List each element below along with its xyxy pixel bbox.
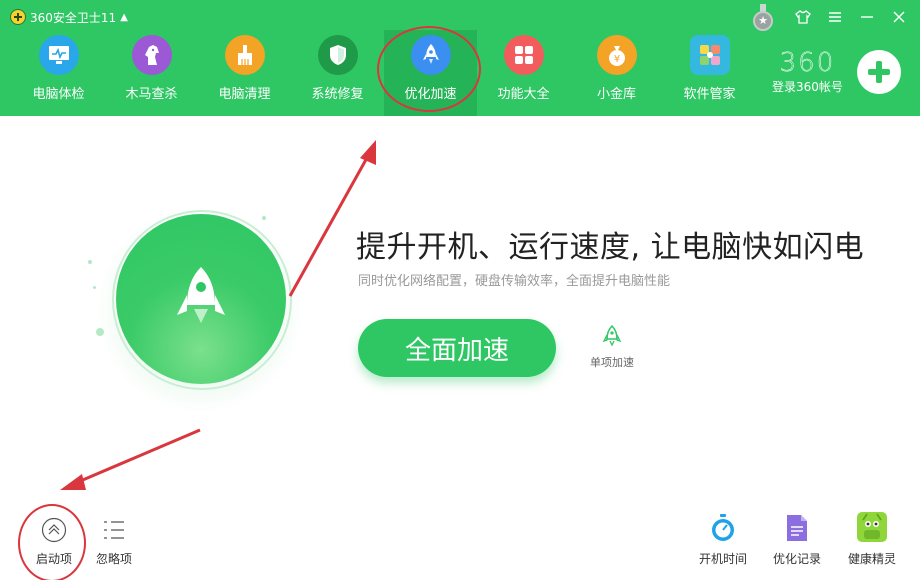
document-icon — [783, 512, 811, 544]
software-manager-icon — [689, 35, 730, 75]
optimize-history-label: 优化记录 — [772, 552, 821, 566]
add-plus-button[interactable] — [857, 50, 901, 94]
nav-item-repair[interactable]: 系统修复 — [291, 30, 384, 116]
decor-dot — [88, 260, 92, 264]
account-area[interactable]: 360 登录360帐号 — [772, 50, 843, 95]
nav-item-optimize[interactable]: 优化加速 — [384, 30, 477, 116]
nav-label: 电脑清理 — [218, 87, 271, 102]
startup-items-label: 启动项 — [35, 552, 72, 566]
optimize-history-button[interactable]: 优化记录 — [772, 512, 822, 567]
list-icon — [100, 516, 128, 544]
rocket-icon — [177, 267, 225, 323]
top-header: 360安全卫士11 ▲ ★ 电脑体检 木马查杀 电脑清理 系统修复 优化加速 功… — [0, 0, 920, 116]
skin-shirt-icon[interactable] — [794, 8, 812, 26]
upgrade-arrow-icon[interactable]: ▲ — [120, 12, 128, 23]
nav-item-software[interactable]: 软件管家 — [663, 30, 756, 116]
nav-item-checkup[interactable]: 电脑体检 — [12, 30, 105, 116]
app-title: 360安全卫士11 — [30, 10, 117, 25]
boot-time-button[interactable]: 开机时间 — [698, 512, 748, 567]
minimize-icon[interactable] — [858, 8, 876, 26]
full-speedup-button[interactable]: 全面加速 — [358, 319, 556, 377]
nav-label: 系统修复 — [311, 87, 364, 102]
menu-icon[interactable] — [826, 8, 844, 26]
money-bag-icon: ¥ — [596, 35, 637, 75]
window-controls: ★ — [752, 4, 908, 31]
decor-dot — [96, 328, 104, 336]
hero-rocket-badge — [116, 214, 286, 384]
app-logo-icon — [10, 9, 26, 25]
shield-icon — [317, 35, 358, 75]
android-sprite-icon — [856, 510, 888, 544]
broom-icon — [224, 35, 265, 75]
single-speedup-label: 单项加速 — [590, 356, 634, 369]
medal-icon[interactable]: ★ — [752, 4, 774, 31]
monitor-checkup-icon — [38, 35, 79, 75]
single-speedup-button[interactable]: 单项加速 — [586, 324, 638, 370]
title-bar: 360安全卫士11 ▲ — [10, 7, 128, 27]
nav-label: 电脑体检 — [32, 87, 85, 102]
nav-label: 功能大全 — [497, 87, 550, 102]
decor-dot — [93, 286, 96, 289]
grid-icon — [503, 35, 544, 75]
page-subline: 同时优化网络配置，硬盘传输效率，全面提升电脑性能 — [358, 274, 671, 289]
nav-item-vault[interactable]: ¥ 小金库 — [570, 30, 663, 116]
rocket-icon — [410, 35, 451, 75]
chevron-up-circle-icon — [40, 516, 68, 544]
svg-text:¥: ¥ — [613, 54, 619, 65]
horse-icon — [131, 35, 172, 75]
ignored-items-button[interactable]: 忽略项 — [94, 516, 134, 567]
health-sprite-button[interactable]: 健康精灵 — [846, 510, 898, 567]
nav-label: 小金库 — [596, 87, 636, 102]
close-icon[interactable] — [890, 8, 908, 26]
nav-item-trojan-scan[interactable]: 木马查杀 — [105, 30, 198, 116]
stopwatch-icon — [709, 512, 737, 544]
arrow-to-startup — [60, 428, 201, 490]
main-nav: 电脑体检 木马查杀 电脑清理 系统修复 优化加速 功能大全 ¥ 小金库 软件管家 — [12, 30, 756, 116]
boot-time-label: 开机时间 — [698, 552, 747, 566]
nav-label: 软件管家 — [683, 87, 736, 102]
nav-label: 木马查杀 — [125, 87, 178, 102]
nav-label: 优化加速 — [404, 87, 457, 102]
ignored-items-label: 忽略项 — [95, 552, 132, 566]
brand-360-logo: 360 — [779, 48, 836, 78]
page-headline: 提升开机、运行速度, 让电脑快如闪电 — [356, 230, 865, 265]
decor-dot — [262, 216, 266, 220]
small-rocket-icon — [602, 324, 622, 348]
login-account-link[interactable]: 登录360帐号 — [772, 78, 843, 95]
nav-item-all-features[interactable]: 功能大全 — [477, 30, 570, 116]
nav-item-cleanup[interactable]: 电脑清理 — [198, 30, 291, 116]
health-sprite-label: 健康精灵 — [847, 552, 896, 566]
startup-items-button[interactable]: 启动项 — [34, 516, 74, 567]
